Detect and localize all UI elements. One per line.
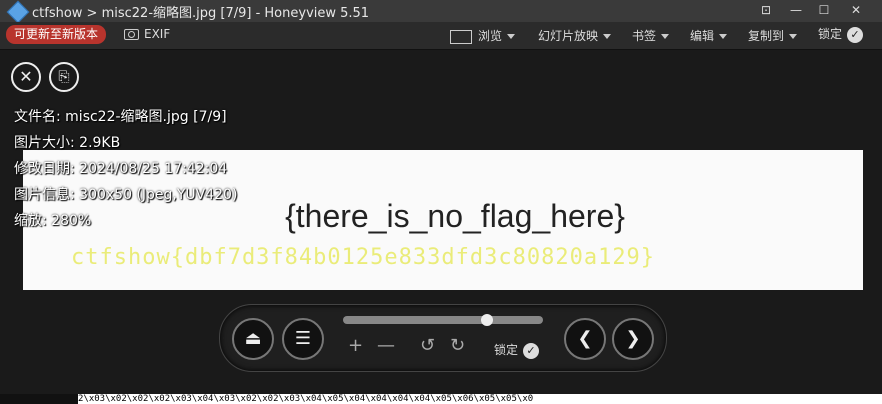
chevron-down-icon (789, 34, 798, 39)
info-zoom: 缩放: 280% (14, 213, 92, 229)
rotate-left-button[interactable]: ↺ (420, 335, 435, 356)
status-dark-segment (0, 394, 78, 404)
menu-slideshow-label: 幻灯片放映 (538, 29, 599, 43)
menu-slideshow[interactable]: 幻灯片放映 (538, 27, 612, 44)
rotate-right-button[interactable]: ↻ (450, 335, 465, 356)
toolbar: 可更新至新版本 EXIF 浏览 幻灯片放映 书签 编辑 复制到 锁定 ✓ (0, 22, 882, 50)
image-hidden-text: ctfshow{dbf7d3f84b0125e833dfd3c80820a129… (71, 245, 656, 270)
menu-edit[interactable]: 编辑 (690, 27, 728, 44)
viewer-area: {there_is_no_flag_here} ctfshow{dbf7d3f8… (0, 50, 882, 394)
panel-lock-button[interactable]: 锁定 ✓ (494, 341, 540, 359)
chevron-down-icon (661, 34, 670, 39)
menu-bookmarks[interactable]: 书签 (632, 27, 670, 44)
copy-info-button[interactable]: ⎘ (49, 62, 79, 92)
info-modified: 修改日期: 2024/08/25 17:42:04 (14, 161, 228, 177)
check-icon: ✓ (523, 342, 540, 359)
next-button[interactable]: ❯ (612, 318, 654, 360)
update-button[interactable]: 可更新至新版本 (6, 25, 107, 44)
position-slider[interactable] (343, 314, 543, 326)
menu-copy-to[interactable]: 复制到 (748, 27, 798, 44)
menu-bookmarks-label: 书签 (632, 29, 657, 43)
eject-button[interactable]: ⏏ (232, 318, 274, 360)
chevron-down-icon (507, 34, 516, 39)
fullscreen-icon (450, 29, 472, 44)
info-filesize: 图片大小: 2.9KB (14, 135, 121, 151)
status-bar: 2\x03\x02\x02\x02\x03\x04\x03\x02\x02\x0… (0, 394, 882, 404)
window-title: ctfshow > misc22-缩略图.jpg [7/9] - Honeyvi… (32, 6, 370, 21)
menu-button[interactable]: ☰ (282, 318, 324, 360)
chevron-down-icon (719, 34, 728, 39)
chevron-down-icon (603, 34, 612, 39)
minimize-button[interactable]: — (782, 0, 810, 22)
close-overlay-button[interactable]: ✕ (11, 62, 41, 92)
exif-label: EXIF (144, 27, 171, 41)
menu-copy-to-label: 复制到 (748, 29, 785, 43)
check-icon: ✓ (847, 26, 864, 43)
menu-browse-label: 浏览 (478, 29, 503, 43)
info-filename: 文件名: misc22-缩略图.jpg [7/9] (14, 109, 227, 125)
lock-button[interactable]: 锁定 ✓ (818, 25, 864, 43)
title-bar: ctfshow > misc22-缩略图.jpg [7/9] - Honeyvi… (0, 0, 882, 24)
panel-lock-label: 锁定 (494, 343, 519, 357)
pin-icon[interactable]: ⊡ (752, 0, 780, 22)
maximize-button[interactable]: ☐ (810, 0, 838, 22)
zoom-in-button[interactable]: + (348, 335, 363, 356)
info-imageinfo: 图片信息: 300x50 (Jpeg,YUV420) (14, 187, 238, 203)
close-window-button[interactable]: ✕ (842, 0, 870, 22)
lock-label: 锁定 (818, 27, 843, 41)
control-panel: ⏏ ☰ + — ↺ ↻ 锁定 ✓ ❮ ❯ (219, 304, 667, 372)
honeyview-app-icon (6, 0, 30, 24)
menu-edit-label: 编辑 (690, 29, 715, 43)
slider-knob[interactable] (481, 314, 493, 326)
camera-icon (124, 29, 139, 40)
status-hex-text: 2\x03\x02\x02\x02\x03\x04\x03\x02\x02\x0… (78, 394, 534, 404)
previous-button[interactable]: ❮ (564, 318, 606, 360)
menu-browse[interactable]: 浏览 (450, 27, 516, 44)
exif-button[interactable]: EXIF (124, 27, 170, 41)
zoom-out-button[interactable]: — (377, 335, 395, 356)
